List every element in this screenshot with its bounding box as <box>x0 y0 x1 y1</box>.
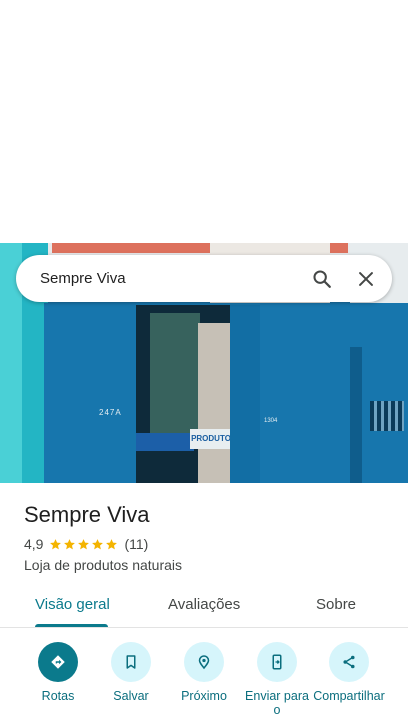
star-icon <box>64 538 76 549</box>
action-bar: Rotas Salvar Próximo Enviar para o Compa <box>0 642 408 726</box>
search-bar[interactable]: Sempre Viva <box>16 255 392 302</box>
star-icon <box>50 538 62 549</box>
photo-sticker <box>136 433 194 451</box>
review-count[interactable]: (11) <box>124 536 148 552</box>
tab-bar: Visão geral Avaliações Sobre <box>0 590 408 628</box>
close-icon[interactable] <box>344 257 388 301</box>
place-category: Loja de produtos naturais <box>24 557 182 573</box>
star-icon <box>92 538 104 549</box>
search-icon[interactable] <box>300 257 344 301</box>
photo-house-number: 247A <box>99 408 122 417</box>
tab-overview[interactable]: Visão geral <box>35 596 110 613</box>
tab-about[interactable]: Sobre <box>316 596 356 613</box>
directions-icon <box>38 642 78 682</box>
nearby-icon <box>184 642 224 682</box>
photo-door-glow <box>150 313 200 443</box>
share-button[interactable]: Compartilhar <box>312 642 386 703</box>
place-title: Sempre Viva <box>24 502 150 527</box>
photo-house-number-right: 1304 <box>264 418 278 424</box>
photo-pillar <box>230 305 260 483</box>
send-to-phone-button[interactable]: Enviar para o <box>240 642 314 717</box>
save-label: Salvar <box>113 689 149 703</box>
rating-stars <box>49 538 119 551</box>
search-query[interactable]: Sempre Viva <box>40 270 300 287</box>
tab-reviews[interactable]: Avaliações <box>168 596 240 613</box>
photo-sign-produto: PRODUTO <box>190 429 232 449</box>
photo-pillar-right <box>350 347 362 483</box>
star-icon <box>78 538 90 549</box>
nearby-button[interactable]: Próximo <box>167 642 241 703</box>
share-icon <box>329 642 369 682</box>
tab-active-indicator <box>35 624 108 627</box>
photo-vent <box>370 401 404 431</box>
send-to-phone-label: Enviar para o <box>245 689 309 717</box>
bookmark-icon <box>111 642 151 682</box>
directions-button[interactable]: Rotas <box>21 642 95 703</box>
star-icon <box>106 538 118 549</box>
photo-door-panel <box>198 323 230 483</box>
rating-value: 4,9 <box>24 536 44 552</box>
rating-row[interactable]: 4,9 (11) <box>24 536 148 552</box>
save-button[interactable]: Salvar <box>94 642 168 703</box>
send-to-phone-icon <box>257 642 297 682</box>
place-panel: PRODUTO 247A 1304 Sempre Viva Sempre Viv… <box>0 0 408 726</box>
share-label: Compartilhar <box>313 689 385 703</box>
nearby-label: Próximo <box>181 689 227 703</box>
directions-label: Rotas <box>41 689 75 703</box>
